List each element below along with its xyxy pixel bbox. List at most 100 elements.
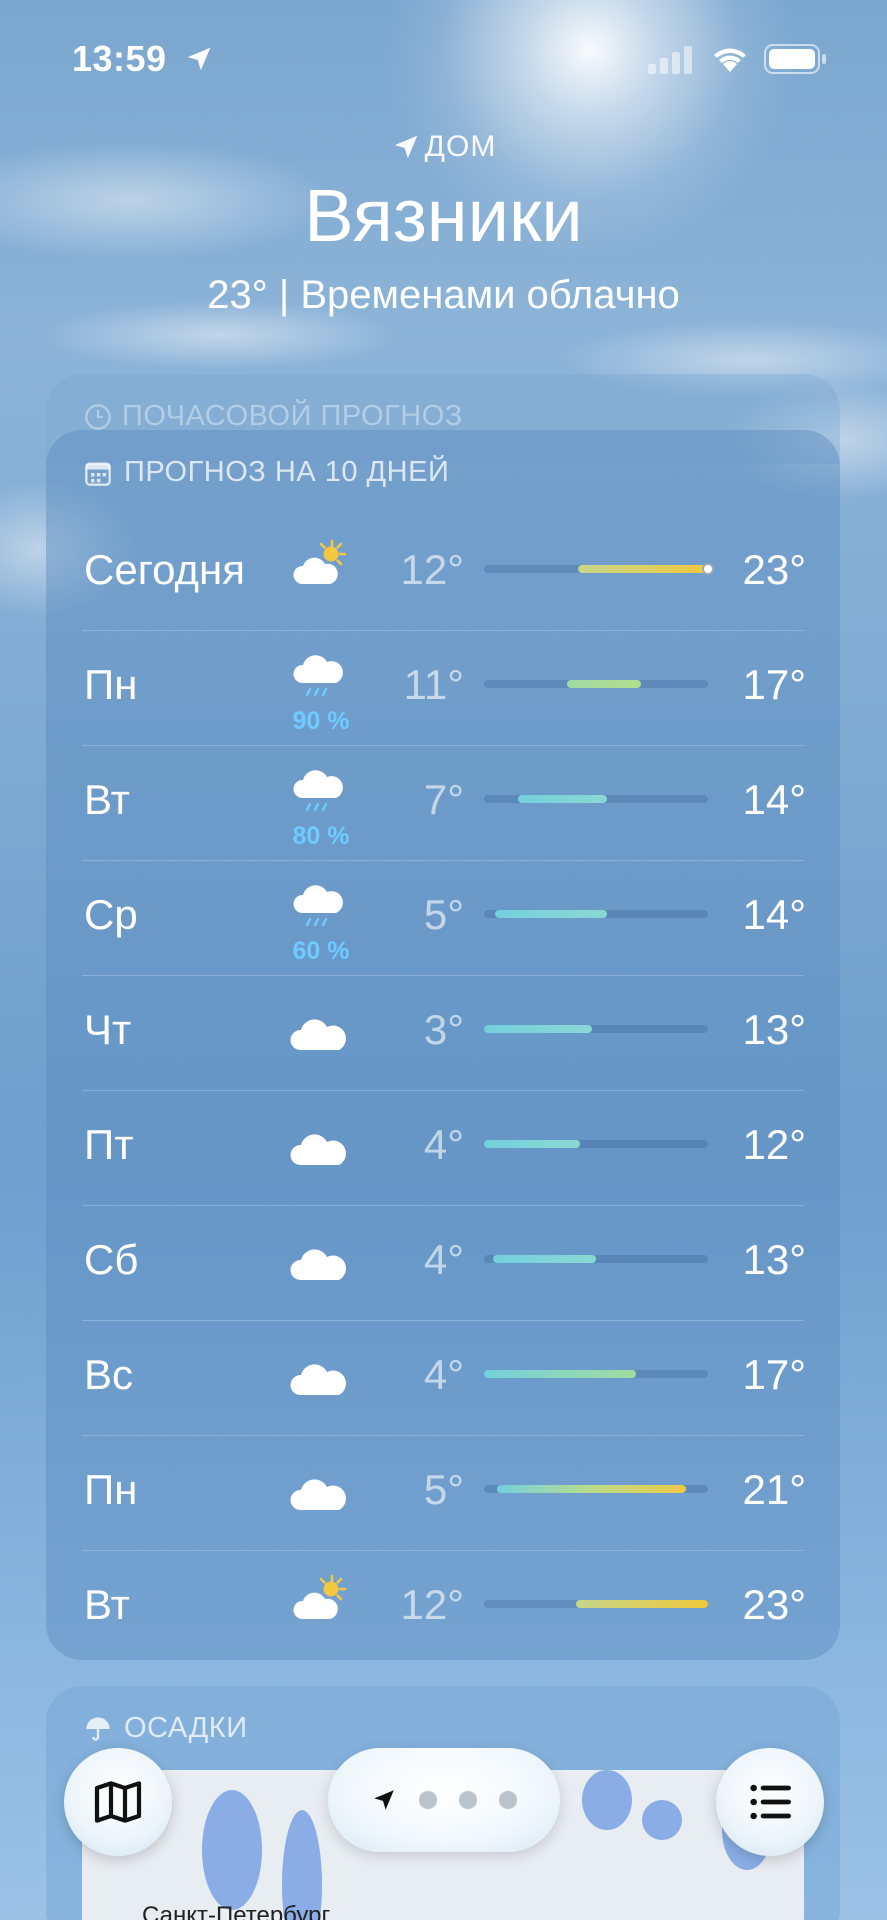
map-city-label: Санкт-Петербург [142, 1902, 331, 1920]
low-temp: 12° [400, 546, 464, 593]
day-label: Пт [84, 1121, 134, 1168]
day-label: Вт [84, 776, 130, 823]
temp-range-bar [484, 1025, 708, 1033]
day-label: Чт [84, 1006, 132, 1053]
current-summary: 23° | Временами облачно [207, 273, 680, 317]
day-label: Вс [84, 1351, 134, 1398]
temp-range-fill [578, 565, 708, 573]
high-temp: 13° [742, 1006, 806, 1053]
status-time: 13:59 [72, 38, 167, 79]
low-temp: 4° [423, 1236, 464, 1283]
low-temp: 5° [423, 891, 464, 938]
temp-range-bar [484, 1485, 708, 1493]
cloud-icon [290, 1474, 350, 1526]
location-page-indicator[interactable] [328, 1748, 560, 1852]
temp-range-fill [497, 1485, 686, 1493]
cloud-icon [290, 1244, 350, 1296]
precipitation-title: ОСАДКИ [124, 1712, 248, 1744]
high-temp: 14° [742, 776, 806, 823]
temp-range-fill [484, 1370, 637, 1378]
temp-range-fill [484, 1025, 592, 1033]
forecast-day-row[interactable]: Сб 4° 13° [46, 1206, 840, 1321]
temp-range-fill [484, 1140, 581, 1148]
low-temp: 4° [423, 1351, 464, 1398]
locations-list-button[interactable] [716, 1748, 824, 1856]
forecast-day-row[interactable]: Сегодня 12° 23° [46, 516, 840, 631]
low-temp: 3° [423, 1006, 464, 1053]
cloud-icon [290, 1129, 350, 1181]
high-temp: 14° [742, 891, 806, 938]
precip-chance: 60 % [292, 937, 350, 965]
rain-cloud-icon [290, 653, 350, 705]
forecast-day-row[interactable]: Чт 3° 13° [46, 976, 840, 1091]
list-icon [750, 1784, 791, 1820]
forecast-day-row[interactable]: Пт 4° 12° [46, 1091, 840, 1206]
precip-chance: 90 % [292, 707, 350, 735]
map-button[interactable] [64, 1748, 172, 1856]
forecast-day-row[interactable]: Вс 4° 17° [46, 1321, 840, 1436]
temp-range-bar [484, 1370, 708, 1378]
city-name: Вязники [304, 174, 583, 257]
forecast-title: ПРОГНОЗ НА 10 ДНЕЙ [124, 456, 450, 488]
rain-cloud-icon [290, 883, 350, 935]
current-location-page-icon [374, 1790, 394, 1810]
forecast-rows: Сегодня 12° 23° Пн 90 % 11° 17° Вт 80 % 7° 14° Ср 60… [46, 516, 840, 1666]
temp-range-fill [492, 1255, 596, 1263]
temp-range-bar [484, 1600, 708, 1608]
hourly-title: ПОЧАСОВОЙ ПРОГНОЗ [122, 400, 463, 432]
high-temp: 17° [742, 1351, 806, 1398]
forecast-day-row[interactable]: Ср 60 % 5° 14° [46, 861, 840, 976]
temp-range-fill [575, 1600, 708, 1608]
status-bar: 13:59 [0, 38, 887, 86]
rain-cloud-icon [290, 768, 350, 820]
temp-range-bar [484, 1255, 708, 1263]
partly-cloudy-sun-icon [290, 1573, 350, 1625]
temp-range-bar [484, 795, 708, 803]
calendar-icon [85, 462, 111, 486]
day-label: Сегодня [84, 546, 245, 593]
location-header: ДОМ Вязники 23° | Временами облачно [0, 130, 887, 318]
temp-range-fill [566, 680, 641, 688]
temp-range-bar [484, 1140, 708, 1148]
map-icon [94, 1781, 142, 1823]
page-dot[interactable] [419, 1791, 437, 1809]
temp-range-bar [484, 563, 714, 575]
high-temp: 23° [742, 1581, 806, 1628]
temp-range-bar [484, 910, 708, 918]
forecast-day-row[interactable]: Вт 80 % 7° 14° [46, 746, 840, 861]
high-temp: 13° [742, 1236, 806, 1283]
current-temp-marker [702, 563, 714, 575]
day-label: Сб [84, 1236, 139, 1283]
day-label: Пн [84, 1466, 138, 1513]
low-temp: 4° [423, 1121, 464, 1168]
low-temp: 5° [423, 1466, 464, 1513]
location-arrow-icon [187, 47, 211, 71]
clock-icon [85, 403, 111, 430]
day-label: Вт [84, 1581, 130, 1628]
forecast-day-row[interactable]: Вт 12° 23° [46, 1551, 840, 1666]
high-temp: 12° [742, 1121, 806, 1168]
ten-day-forecast-panel[interactable]: ПРОГНОЗ НА 10 ДНЕЙ Сегодня 12° 23° Пн 90 % 11… [46, 430, 840, 1660]
page-dot[interactable] [459, 1791, 477, 1809]
battery-icon [764, 44, 826, 74]
precip-chance: 80 % [292, 822, 350, 850]
page-dot[interactable] [499, 1791, 517, 1809]
low-temp: 7° [423, 776, 464, 823]
cloud-icon [290, 1359, 350, 1411]
partly-cloudy-sun-icon [290, 538, 350, 590]
low-temp: 12° [400, 1581, 464, 1628]
cloud-icon [290, 1014, 350, 1066]
high-temp: 23° [742, 546, 806, 593]
temp-range-bar [484, 680, 708, 688]
high-temp: 17° [742, 661, 806, 708]
wifi-icon [714, 48, 746, 72]
forecast-day-row[interactable]: Пн 5° 21° [46, 1436, 840, 1551]
temp-range-fill [517, 795, 608, 803]
umbrella-icon [86, 1716, 110, 1741]
low-temp: 11° [403, 661, 464, 708]
forecast-day-row[interactable]: Пн 90 % 11° 17° [46, 631, 840, 746]
day-label: Ср [84, 891, 138, 938]
day-label: Пн [84, 661, 138, 708]
location-arrow-icon [394, 135, 417, 159]
temp-range-fill [495, 910, 608, 918]
